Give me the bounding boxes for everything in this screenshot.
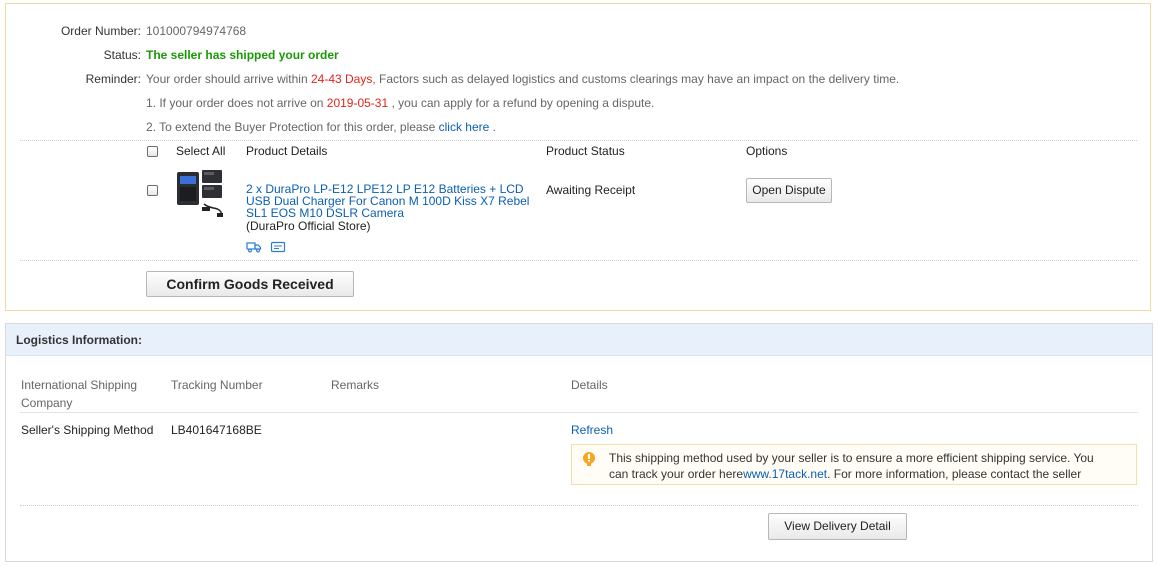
order-status-value: The seller has shipped your order	[146, 48, 339, 62]
reminder-text: Your order should arrive within 24-43 Da…	[146, 72, 899, 86]
shipping-truck-icon[interactable]	[246, 241, 262, 253]
refund-date: 2019-05-31	[326, 96, 389, 110]
reminder-text-post: , Factors such as delayed logistics and …	[372, 72, 900, 86]
order-number-value: 101000794974768	[146, 24, 247, 38]
logistics-panel: Logistics Information: International Shi…	[5, 323, 1153, 562]
divider	[20, 140, 1137, 141]
divider	[20, 505, 1138, 506]
refund-note: 1. If your order does not arrive on 2019…	[146, 96, 654, 110]
shipping-company-value: Seller's Shipping Method	[21, 423, 154, 437]
shipping-tip-line1: This shipping method used by your seller…	[609, 451, 1094, 465]
open-dispute-button[interactable]: Open Dispute	[746, 178, 832, 203]
divider	[20, 260, 1137, 261]
view-delivery-detail-button[interactable]: View Delivery Detail	[768, 513, 907, 540]
refund-note-pre: 1. If your order does not arrive on	[146, 96, 327, 110]
col-shipping-company: International Shipping Company	[21, 376, 137, 412]
col-tracking-number: Tracking Number	[171, 378, 263, 392]
status-label: Status:	[103, 48, 141, 62]
col-options: Options	[746, 144, 788, 158]
buyer-protection-note: 2. To extend the Buyer Protection for th…	[146, 120, 496, 134]
col-remarks: Remarks	[331, 378, 380, 392]
tracking-number-value: LB401647168BE	[171, 423, 262, 437]
logistics-title: Logistics Information:	[16, 333, 142, 347]
message-icon[interactable]	[270, 241, 286, 253]
order-number-label: Order Number:	[60, 24, 141, 38]
divider	[20, 412, 1138, 413]
product-checkbox[interactable]	[147, 185, 158, 196]
shipping-tip-text: This shipping method used by your seller…	[609, 450, 1094, 482]
reminder-text-pre: Your order should arrive within	[146, 72, 311, 86]
select-all-label: Select All	[176, 144, 226, 158]
shipping-tip-post: . For more information, please contact t…	[827, 467, 1082, 481]
product-thumbnail[interactable]	[171, 166, 227, 220]
product-title-line3: SL1 EOS M10 DSLR Camera	[246, 206, 405, 220]
refund-note-post: , you can apply for a refund by opening …	[388, 96, 655, 110]
col-shipping-company-line1: International Shipping	[21, 378, 138, 392]
logistics-header: Logistics Information:	[6, 324, 1152, 356]
refresh-link[interactable]: Refresh	[571, 423, 613, 437]
product-title-link[interactable]: 2 x DuraPro LP-E12 LPE12 LP E12 Batterie…	[246, 183, 529, 219]
tracking-site-link[interactable]: www.17tack.net	[743, 467, 827, 481]
shipping-tip-pre: can track your order here	[609, 467, 744, 481]
shipping-tip-line2: can track your order herewww.17tack.net.…	[609, 466, 1094, 482]
col-product-details: Product Details	[246, 144, 328, 158]
shipping-tip-box: This shipping method used by your seller…	[571, 444, 1137, 485]
col-details: Details	[571, 378, 608, 392]
buyer-protection-pre: 2. To extend the Buyer Protection for th…	[146, 120, 439, 134]
col-shipping-company-line2: Company	[21, 396, 73, 410]
store-name: (DuraPro Official Store)	[246, 219, 371, 233]
col-product-status: Product Status	[546, 144, 625, 158]
buyer-protection-post: .	[489, 120, 496, 134]
reminder-label: Reminder:	[85, 72, 141, 86]
confirm-goods-received-button[interactable]: Confirm Goods Received	[146, 271, 354, 297]
lightbulb-icon	[583, 452, 595, 466]
product-status-value: Awaiting Receipt	[546, 183, 636, 197]
click-here-link[interactable]: click here	[439, 120, 490, 134]
delivery-days: 24-43 Days	[310, 72, 373, 86]
select-all-checkbox[interactable]	[147, 146, 158, 157]
